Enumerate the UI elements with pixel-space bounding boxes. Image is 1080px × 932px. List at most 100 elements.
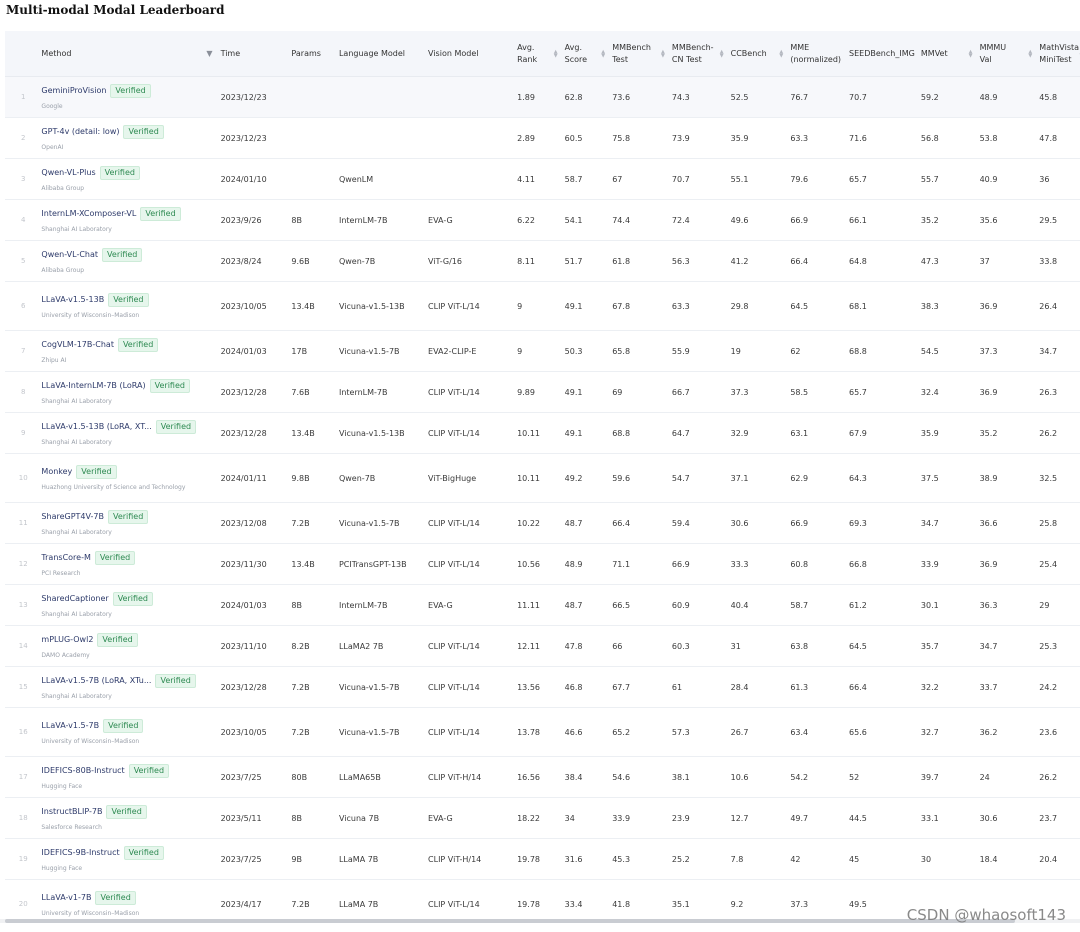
cell-avg_score: 38.4 <box>564 756 613 798</box>
table-row[interactable]: 14 mPLUG-Owl2 Verified DAMO Academy 2023/11/… <box>5 625 1080 667</box>
cell-lm: Vicuna-v1.5-7B <box>338 707 429 757</box>
method-name[interactable]: ShareGPT4V-7B <box>41 512 104 521</box>
method-name[interactable]: InternLM-XComposer-VL <box>41 209 136 218</box>
sort-icon[interactable]: ▲▼ <box>719 49 725 58</box>
horizontal-scrollbar-thumb[interactable] <box>5 919 1015 923</box>
cell-mmvet: 37.5 <box>920 453 980 503</box>
cell-mmbench_cn: 59.4 <box>671 502 731 544</box>
table-row[interactable]: 3 Qwen-VL-Plus Verified Alibaba Group 2024/0… <box>5 158 1080 200</box>
cell-avg_rank: 19.78 <box>517 879 565 921</box>
table-row[interactable]: 17 IDEFICS-80B-Instruct Verified Hugging Fa… <box>5 756 1080 798</box>
table-row[interactable]: 18 InstructBLIP-7B Verified Salesforce Rese… <box>5 797 1080 839</box>
method-name[interactable]: Qwen-VL-Chat <box>41 250 98 259</box>
table-row[interactable]: 19 IDEFICS-9B-Instruct Verified Hugging Fac… <box>5 838 1080 880</box>
sort-icon[interactable]: ▲▼ <box>778 49 784 58</box>
header-avg_score[interactable]: Avg. Score ▲ ▼ <box>564 31 613 77</box>
method-organization: Alibaba Group <box>41 266 85 274</box>
header-mmbench_cn[interactable]: MMBench- CN Test ▲ ▼ <box>671 31 731 77</box>
cell-mmvet: 47.3 <box>920 240 980 282</box>
sort-icon[interactable]: ▲▼ <box>968 49 974 58</box>
cell-mme: 66.9 <box>790 502 850 544</box>
sort-icon[interactable]: ▲▼ <box>660 49 666 58</box>
method-organization: Alibaba Group <box>41 184 85 192</box>
header-label-method: Method <box>41 48 72 58</box>
cell-mmvet: 32.7 <box>920 707 980 757</box>
method-name[interactable]: Qwen-VL-Plus <box>41 168 95 177</box>
table-row[interactable]: 6 LLaVA-v1.5-13B Verified University of Wis… <box>5 281 1080 331</box>
method-name[interactable]: LLaVA-v1-7B <box>41 893 91 902</box>
cell-ccbench: 29.8 <box>730 281 791 331</box>
method-name[interactable]: TransCore-M <box>41 553 90 562</box>
table-row[interactable]: 2 GPT-4v (detail: low) Verified OpenAI 2023/… <box>5 117 1080 159</box>
cell-lm: LLaMA 7B <box>338 838 429 880</box>
header-mmmu[interactable]: MMMU Val ▲ ▼ <box>979 31 1040 77</box>
header-ccbench[interactable]: CCBench ▲ ▼ <box>730 31 791 77</box>
method-name[interactable]: IDEFICS-9B-Instruct <box>41 848 119 857</box>
table-row[interactable]: 1 GeminiProVision Verified Google 2023/12/23… <box>5 76 1080 118</box>
cell-params: 9.8B <box>291 453 339 503</box>
table-row[interactable]: 11 ShareGPT4V-7B Verified Shanghai AI Labor… <box>5 502 1080 544</box>
table-row[interactable]: 16 LLaVA-v1.5-7B Verified University of Wis… <box>5 707 1080 757</box>
method-name[interactable]: Monkey <box>41 467 72 476</box>
table-row[interactable]: 4 InternLM-XComposer-VL Verified Shanghai A… <box>5 199 1080 241</box>
method-name[interactable]: IDEFICS-80B-Instruct <box>41 766 124 775</box>
method-name[interactable]: SharedCaptioner <box>41 594 108 603</box>
cell-vm: CLIP ViT-H/14 <box>428 838 518 880</box>
cell-mmbench: 67.8 <box>612 281 672 331</box>
header-mmvet[interactable]: MMVet ▲ ▼ <box>920 31 980 77</box>
method-name[interactable]: LLaVA-v1.5-7B (LoRA, XTu... <box>41 676 151 685</box>
row-index: 3 <box>5 158 42 200</box>
cell-avg_rank: 10.56 <box>517 543 565 585</box>
sort-icon[interactable]: ▲▼ <box>553 49 559 58</box>
cell-avg_rank: 13.78 <box>517 707 565 757</box>
method-organization: Zhipu AI <box>41 356 67 364</box>
verified-badge: Verified <box>110 83 151 98</box>
cell-mmbench_cn: 60.9 <box>671 584 731 626</box>
table-row[interactable]: 8 LLaVA-InternLM-7B (LoRA) Verified Shangha… <box>5 371 1080 413</box>
table-row[interactable]: 7 CogVLM-17B-Chat Verified Zhipu AI 2024/01/… <box>5 330 1080 372</box>
method-name[interactable]: LLaVA-v1.5-13B <box>41 295 104 304</box>
row-index: 2 <box>5 117 42 159</box>
cell-vm: EVA-G <box>428 797 518 839</box>
table-row[interactable]: 5 Qwen-VL-Chat Verified Alibaba Group 2023/8… <box>5 240 1080 282</box>
cell-avg_score: 49.1 <box>564 371 613 413</box>
cell-time: 2023/10/05 <box>220 707 292 757</box>
method-name[interactable]: LLaVA-v1.5-13B (LoRA, XT... <box>41 422 151 431</box>
method-name[interactable]: GeminiProVision <box>41 86 106 95</box>
leaderboard-table-container[interactable]: Method ▼ Time Params Language Model Vision Mo… <box>5 31 1080 921</box>
table-row[interactable]: 12 TransCore-M Verified PCI Research 2023/11… <box>5 543 1080 585</box>
page-title: Multi-modal Modal Leaderboard <box>6 3 225 17</box>
method-name[interactable]: InstructBLIP-7B <box>41 807 102 816</box>
header-mathvista[interactable]: MathVistaMiniTest▲▼ <box>1039 31 1080 77</box>
cell-avg_rank: 6.22 <box>517 199 565 241</box>
cell-mmbench_cn: 55.9 <box>671 330 731 372</box>
row-index: 4 <box>5 199 42 241</box>
method-organization: Shanghai AI Laboratory <box>41 225 112 233</box>
table-row[interactable]: 9 LLaVA-v1.5-13B (LoRA, XT... Verified Shan… <box>5 412 1080 454</box>
header-method[interactable]: Method ▼ <box>41 31 221 77</box>
sort-icon[interactable]: ▲▼ <box>600 49 606 58</box>
cell-params: 13.4B <box>291 412 339 454</box>
sort-icon[interactable]: ▲▼ <box>1027 49 1033 58</box>
cell-method: InstructBLIP-7B Verified Salesforce Resear… <box>41 797 221 839</box>
method-name[interactable]: CogVLM-17B-Chat <box>41 340 114 349</box>
header-mmbench[interactable]: MMBench Test ▲ ▼ <box>612 31 672 77</box>
method-name[interactable]: GPT-4v (detail: low) <box>41 127 119 136</box>
header-label-lm: Language Model <box>338 48 406 58</box>
cell-time: 2024/01/11 <box>220 453 292 503</box>
method-name[interactable]: mPLUG-Owl2 <box>41 635 93 644</box>
cell-mmmu: 33.7 <box>979 666 1040 708</box>
table-row[interactable]: 13 SharedCaptioner Verified Shanghai AI Lab… <box>5 584 1080 626</box>
table-row[interactable]: 15 LLaVA-v1.5-7B (LoRA, XTu... Verified Sha… <box>5 666 1080 708</box>
cell-mmvet: 35.2 <box>920 199 980 241</box>
cell-mmbench_cn: 73.9 <box>671 117 731 159</box>
filter-icon[interactable]: ▼ <box>206 48 212 60</box>
cell-vm: CLIP ViT-L/14 <box>428 625 518 667</box>
method-name[interactable]: LLaVA-InternLM-7B (LoRA) <box>41 381 145 390</box>
header-avg_rank[interactable]: Avg. Rank ▲ ▼ <box>517 31 565 77</box>
cell-mmbench_cn: 64.7 <box>671 412 731 454</box>
method-name[interactable]: LLaVA-v1.5-7B <box>41 721 99 730</box>
row-index: 7 <box>5 330 42 372</box>
cell-vm: EVA-G <box>428 584 518 626</box>
table-row[interactable]: 10 Monkey Verified Huazhong University of S… <box>5 453 1080 503</box>
